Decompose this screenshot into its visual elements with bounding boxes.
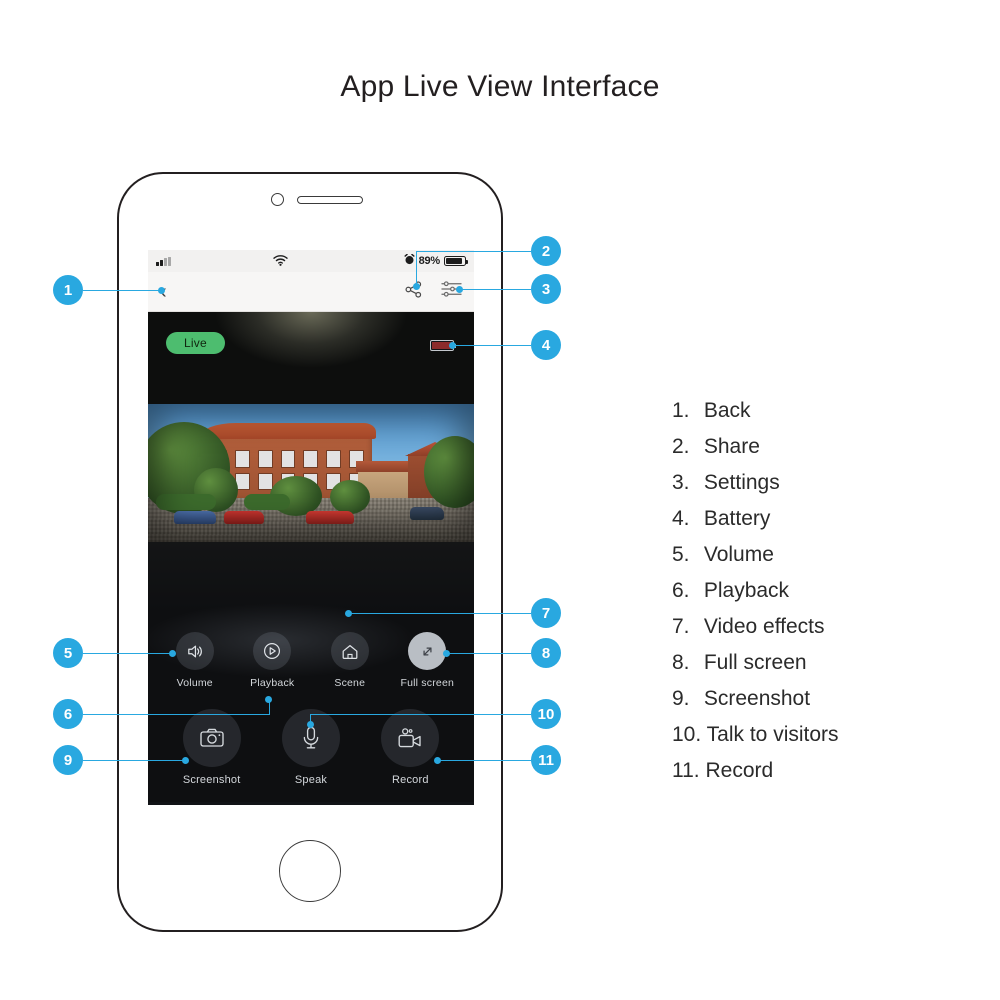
playback-label: Playback [250, 677, 295, 689]
legend-label: Record [705, 759, 774, 782]
battery-icon [444, 256, 469, 266]
signal-bars-icon [156, 256, 171, 266]
controls-panel: Volume Playback Scene Full screen Screen… [148, 598, 474, 802]
legend-item: 6. Playback [672, 573, 839, 609]
video-stage[interactable]: Live [148, 312, 474, 612]
callout-11: 11 [531, 745, 561, 775]
legend-label: Talk to visitors [706, 723, 839, 746]
legend-number: 11. [672, 759, 700, 782]
live-status-badge: Live [166, 332, 225, 354]
phone-device: 89% ‹ [117, 172, 503, 932]
fullscreen-button[interactable]: Full screen [389, 632, 467, 689]
play-circle-icon [253, 632, 292, 670]
app-nav-bar: ‹ [148, 272, 474, 312]
legend-number: 6. [672, 579, 690, 602]
legend-label: Share [703, 435, 760, 458]
wifi-icon [273, 255, 288, 269]
legend-item: 5. Volume [672, 537, 839, 573]
legend-number: 8. [672, 651, 690, 674]
legend-number: 10. [672, 723, 702, 746]
callout-8: 8 [531, 638, 561, 668]
video-bottom-area [148, 542, 474, 612]
legend-number: 7. [672, 615, 690, 638]
scene-button[interactable]: Scene [311, 632, 389, 689]
callout-10: 10 [531, 699, 561, 729]
video-camera-icon [381, 709, 440, 767]
legend-number: 4. [672, 507, 690, 530]
callout-2: 2 [531, 236, 561, 266]
legend-item: 1. Back [672, 393, 839, 429]
live-camera-feed [148, 404, 474, 542]
legend-item: 3. Settings [672, 465, 839, 501]
home-house-icon [330, 632, 369, 670]
callout-7: 7 [531, 598, 561, 628]
volume-label: Volume [176, 677, 213, 689]
legend-number: 3. [672, 471, 690, 494]
callout-6: 6 [53, 699, 83, 729]
legend-label: Volume [703, 543, 774, 566]
earpiece-speaker-icon [297, 196, 363, 204]
controls-row-secondary: Screenshot Speak Record [148, 695, 474, 802]
legend-label: Battery [703, 507, 771, 530]
legend-list: 1. Back 2. Share 3. Settings 4. Battery … [672, 393, 839, 789]
legend-item: 9. Screenshot [672, 681, 839, 717]
fullscreen-expand-icon [408, 632, 447, 670]
video-top-area: Live [148, 312, 474, 404]
callout-1: 1 [53, 275, 83, 305]
legend-label: Back [703, 399, 751, 422]
screenshot-button[interactable]: Screenshot [162, 709, 261, 786]
alarm-clock-icon [404, 253, 415, 268]
legend-label: Screenshot [703, 687, 811, 710]
volume-button[interactable]: Volume [156, 632, 234, 689]
page-title: App Live View Interface [340, 70, 660, 103]
camera-icon [182, 709, 241, 767]
speak-label: Speak [294, 774, 328, 786]
legend-label: Playback [703, 579, 790, 602]
callout-5: 5 [53, 638, 83, 668]
legend-label: Video effects [703, 615, 825, 638]
screenshot-label: Screenshot [182, 774, 241, 786]
record-label: Record [391, 774, 429, 786]
front-camera-icon [271, 193, 284, 206]
legend-number: 9. [672, 687, 690, 710]
legend-label: Full screen [703, 651, 807, 674]
scene-label: Scene [334, 677, 366, 689]
record-button[interactable]: Record [361, 709, 460, 786]
battery-percent-label: 89% [418, 255, 441, 267]
legend-item: 4. Battery [672, 501, 839, 537]
legend-item: 8. Full screen [672, 645, 839, 681]
legend-item: 11. Record [672, 753, 839, 789]
fullscreen-label: Full screen [400, 677, 455, 689]
legend-item: 7. Video effects [672, 609, 839, 645]
callout-4: 4 [531, 330, 561, 360]
volume-speaker-icon [175, 632, 214, 670]
callout-9: 9 [53, 745, 83, 775]
legend-number: 5. [672, 543, 690, 566]
legend-label: Settings [703, 471, 780, 494]
home-button[interactable] [279, 840, 341, 902]
controls-row-primary: Volume Playback Scene Full screen [148, 618, 474, 695]
callout-3: 3 [531, 274, 561, 304]
legend-number: 2. [672, 435, 690, 458]
status-bar: 89% [148, 250, 474, 272]
legend-item: 10. Talk to visitors [672, 717, 839, 753]
playback-button[interactable]: Playback [234, 632, 312, 689]
legend-number: 1. [672, 399, 690, 422]
legend-item: 2. Share [672, 429, 839, 465]
